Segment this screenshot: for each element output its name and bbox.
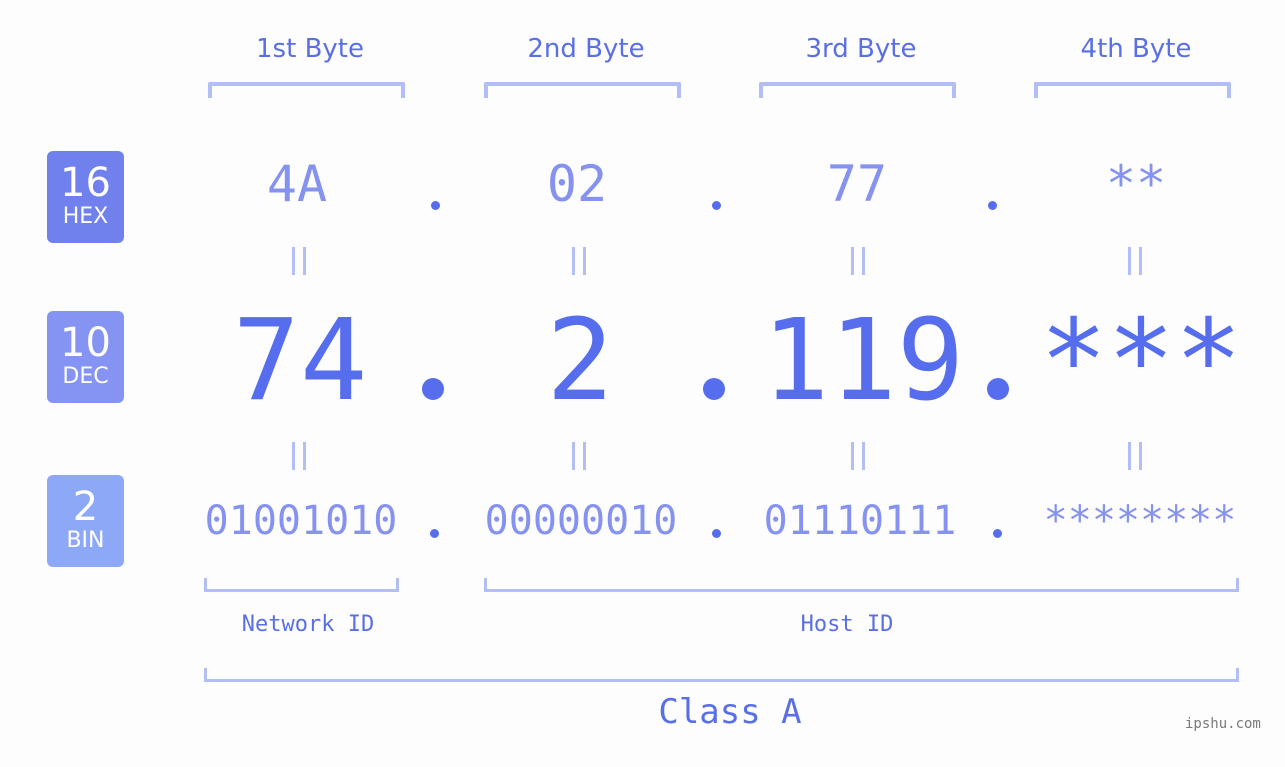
bin-badge-number: 2 [72,484,99,530]
hex-dot-1 [431,201,440,210]
hex-badge-label: HEX [62,204,109,229]
bin-badge-label: BIN [66,528,105,553]
bin-octet-2: 00000010 [484,498,678,544]
bin-dot-1 [430,529,439,538]
bin-octet-3: 01110111 [763,498,957,544]
dec-dot-3 [987,378,1009,400]
hex-octet-4: ** [1105,155,1167,213]
equals-icon [571,247,587,275]
dec-badge-number: 10 [60,320,111,366]
equals-icon [850,247,866,275]
watermark: ipshu.com [1185,716,1261,732]
equals-icon [291,247,307,275]
byte-label-4: 4th Byte [1080,34,1192,64]
bin-octet-1: 01001010 [204,498,398,544]
dec-badge-label: DEC [62,364,109,389]
byte-label-2: 2nd Byte [527,34,645,64]
equals-icon [291,442,307,470]
byte-bracket-1 [208,82,405,98]
dec-octet-3: 119 [761,296,965,426]
equals-icon [1127,247,1143,275]
equals-icon [1127,442,1143,470]
network-id-label: Network ID [241,612,375,637]
hex-dot-3 [988,201,997,210]
network-id-bracket [204,578,399,592]
hex-badge-number: 16 [60,160,111,206]
bin-badge: 2 BIN [47,475,124,567]
byte-bracket-2 [484,82,681,98]
hex-dot-2 [712,201,721,210]
dec-octet-4: *** [1039,296,1243,426]
equals-icon [850,442,866,470]
ip-class-label: Class A [658,692,802,732]
hex-octet-2: 02 [546,155,608,213]
dec-dot-1 [422,378,444,400]
hex-badge: 16 HEX [47,151,124,243]
byte-label-1: 1st Byte [256,34,364,64]
dec-octet-2: 2 [546,296,614,426]
dec-dot-2 [703,378,725,400]
hex-octet-3: 77 [826,155,888,213]
byte-bracket-3 [759,82,956,98]
equals-icon [571,442,587,470]
byte-label-3: 3rd Byte [805,34,917,64]
dec-badge: 10 DEC [47,311,124,403]
host-id-bracket [484,578,1239,592]
class-bracket [204,668,1239,682]
bin-dot-3 [993,529,1002,538]
host-id-label: Host ID [800,612,894,637]
hex-octet-1: 4A [266,155,328,213]
bin-octet-4: ******** [1043,498,1237,544]
byte-bracket-4 [1034,82,1231,98]
dec-octet-1: 74 [232,296,368,426]
bin-dot-2 [712,529,721,538]
